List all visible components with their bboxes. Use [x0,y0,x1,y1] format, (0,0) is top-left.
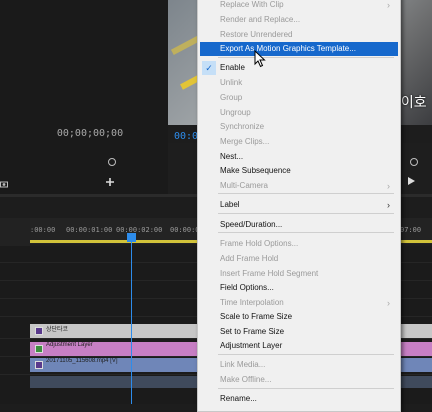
menu-item-label: Render and Replace... [220,15,301,24]
program-timecode[interactable]: 00:0 [174,131,198,142]
menu-item-field-options[interactable]: Field Options... [200,281,398,295]
menu-item-label: Set to Frame Size [220,327,285,336]
menu-item-make-subsequence[interactable]: Make Subsequence [200,164,398,178]
timeline-clip[interactable] [399,324,432,338]
context-menu: Replace With Clip › Render and Replace... R… [197,0,401,412]
source-timecode: 00;00;00;00 [56,128,124,139]
source-monitor [0,0,168,194]
menu-separator [218,193,394,194]
menu-item-label: Enable [220,63,245,72]
menu-item-ungroup: Ungroup [200,106,398,120]
menu-item-set-to-frame-size[interactable]: Set to Frame Size [200,325,398,339]
menu-item-label: Multi-Camera [220,181,269,190]
menu-item-merge-clips: Merge Clips... [200,135,398,149]
playhead-handle[interactable] [127,233,136,242]
menu-item-time-interpolation: Time Interpolation › [200,296,398,310]
timeline-clip[interactable]: 상단타코 [30,324,200,338]
submenu-arrow-icon: › [387,181,390,191]
menu-item-label: Make Subsequence [220,166,291,175]
menu-item-label: Frame Hold Options... [220,239,299,248]
camera-icon[interactable] [0,175,8,188]
menu-item-label: Export As Motion Graphics Template... [220,44,356,53]
ruler-tick-label: 00:00:02:00 [116,226,163,234]
submenu-arrow-icon: › [387,200,390,210]
ruler-tick-label: 00:00:01:00 [66,226,113,234]
menu-item-label: Restore Unrendered [220,30,293,39]
menu-item-add-frame-hold: Add Frame Hold [200,252,398,266]
fx-badge-icon [35,345,43,353]
menu-item-label: Make Offline... [220,375,272,384]
menu-item-label: Speed/Duration... [220,220,283,229]
menu-item-label: Scale to Frame Size [220,312,293,321]
menu-item-adjustment-layer[interactable]: Adjustment Layer [200,339,398,353]
menu-item-make-offline: Make Offline... [200,373,398,387]
menu-separator [218,57,394,58]
menu-separator [218,232,394,233]
add-button-icon[interactable] [105,174,115,186]
timeline-clip-audio[interactable] [399,376,432,388]
clip-label: 20171105_115608.mp4 [V] [46,358,118,364]
track-header-area [0,218,30,246]
ruler-tick-label: :00:00 [30,226,56,234]
menu-item-label: Group [220,93,243,102]
menu-item-insert-frame-hold-segment: Insert Frame Hold Segment [200,267,398,281]
menu-item-label: Time Interpolation [220,298,284,307]
menu-item-render-and-replace: Render and Replace... [200,13,398,27]
fx-badge-icon [35,327,43,335]
menu-item-label: Insert Frame Hold Segment [220,269,319,278]
menu-item-label: Merge Clips... [220,137,270,146]
menu-item-label: Add Frame Hold [220,254,279,263]
checkmark-icon: ✓ [202,61,216,75]
submenu-arrow-icon: › [387,0,390,10]
menu-item-multi-camera: Multi-Camera › [200,179,398,193]
menu-separator [218,388,394,389]
menu-item-link-media: Link Media... [200,358,398,372]
menu-separator [218,354,394,355]
menu-item-label: Synchronize [220,122,265,131]
menu-item-label: Label [220,200,240,209]
menu-item-label[interactable]: Label › [200,198,398,212]
menu-item-restore-unrendered: Restore Unrendered [200,28,398,42]
timeline-clip[interactable]: Adjustment Layer [30,342,200,356]
source-zoom-handle-icon[interactable] [108,158,116,166]
timeline-clip[interactable] [399,342,432,356]
menu-item-label: Unlink [220,78,243,87]
menu-item-scale-to-frame-size[interactable]: Scale to Frame Size [200,310,398,324]
menu-item-label: Nest... [220,152,244,161]
menu-item-label: Link Media... [220,360,266,369]
play-icon[interactable] [406,173,416,185]
menu-item-unlink: Unlink [200,76,398,90]
ruler-tick-label: 07:00 [400,226,422,234]
menu-item-replace-with-clip: Replace With Clip › [200,0,398,12]
submenu-arrow-icon: › [387,298,390,308]
timeline-clip[interactable]: 20171105_115608.mp4 [V] [30,358,200,372]
menu-item-nest[interactable]: Nest... [200,150,398,164]
timeline-clip[interactable] [399,358,432,372]
clip-label: 상단타코 [46,327,69,333]
menu-item-label: Replace With Clip [220,0,284,9]
menu-item-frame-hold-options: Frame Hold Options... [200,237,398,251]
menu-item-label: Adjustment Layer [220,341,283,350]
menu-item-label: Ungroup [220,108,251,117]
menu-item-group: Group [200,91,398,105]
menu-item-export-as-motion-graphics-template[interactable]: Export As Motion Graphics Template... [200,42,398,56]
menu-item-label: Field Options... [220,283,274,292]
program-zoom-handle-icon[interactable] [410,158,418,166]
fx-badge-icon [35,361,43,369]
playhead-line[interactable] [131,234,132,404]
mouse-cursor-icon [254,49,266,68]
menu-item-speed-duration[interactable]: Speed/Duration... [200,218,398,232]
timeline-clip-audio[interactable] [30,376,200,388]
menu-item-enable[interactable]: ✓ Enable [200,61,398,75]
menu-separator [218,213,394,214]
menu-item-synchronize: Synchronize [200,120,398,134]
clip-label: Adjustment Layer [46,342,93,348]
